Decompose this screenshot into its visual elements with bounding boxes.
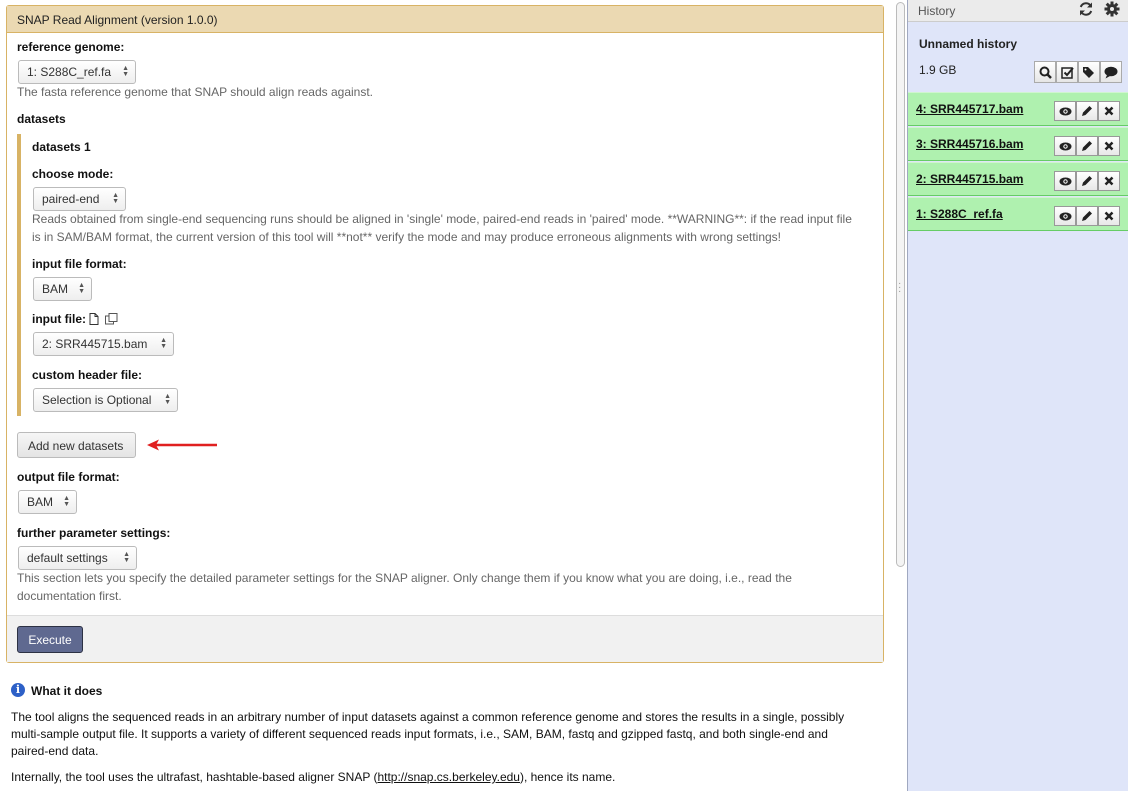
info-icon: i (11, 683, 25, 697)
select-datasets-button[interactable] (1056, 61, 1078, 83)
further-parameter-settings-value: default settings (27, 551, 108, 565)
select-arrows-icon: ▲ ▼ (160, 337, 167, 350)
choose-mode-help-2: is in SAM/BAM format, the current versio… (32, 230, 782, 244)
help-paragraph-1-line-3: paired-end data. (11, 744, 99, 758)
select-arrows-icon: ▲ ▼ (123, 551, 130, 564)
gear-icon[interactable] (1104, 1, 1120, 17)
history-dataset-item[interactable]: 2: SRR445715.bam (908, 162, 1128, 196)
help-heading: What it does (31, 684, 103, 698)
datasets-group-title: datasets 1 (32, 140, 91, 154)
tags-button[interactable] (1078, 61, 1100, 83)
tool-footer: Execute (7, 615, 883, 662)
custom-header-file-select[interactable]: Selection is Optional ▲ ▼ (33, 388, 178, 412)
history-dataset-item[interactable]: 3: SRR445716.bam (908, 127, 1128, 161)
search-icon (1039, 66, 1052, 79)
annotation-button[interactable] (1100, 61, 1122, 83)
dataset-actions (1054, 136, 1120, 156)
choose-mode-select[interactable]: paired-end ▲ ▼ (33, 187, 126, 211)
execute-button[interactable]: Execute (17, 626, 83, 653)
history-header-title: History (918, 4, 956, 18)
tool-form: SNAP Read Alignment (version 1.0.0) refe… (6, 5, 884, 663)
checkbox-icon (1060, 66, 1074, 79)
choose-mode-value: paired-end (42, 192, 100, 206)
close-icon[interactable] (1098, 206, 1120, 226)
dataset-title[interactable]: 4: SRR445717.bam (916, 102, 1023, 116)
select-arrows-icon: ▲ ▼ (122, 65, 129, 78)
input-file-format-value: BAM (42, 282, 69, 296)
history-header: History (908, 0, 1128, 22)
refresh-icon[interactable] (1078, 1, 1094, 17)
eye-icon[interactable] (1054, 136, 1076, 156)
snap-link[interactable]: http://snap.cs.berkeley.edu (377, 770, 520, 784)
output-file-format-select[interactable]: BAM ▲ ▼ (18, 490, 77, 514)
dataset-title[interactable]: 3: SRR445716.bam (916, 137, 1023, 151)
center-scrollbar[interactable]: · · · (893, 0, 907, 791)
close-icon[interactable] (1098, 101, 1120, 121)
select-arrows-icon: ▲ ▼ (78, 282, 85, 295)
eye-icon[interactable] (1054, 171, 1076, 191)
select-arrows-icon: ▲ ▼ (164, 393, 171, 406)
comment-icon (1104, 66, 1118, 79)
further-parameter-settings-select[interactable]: default settings ▲ ▼ (18, 546, 137, 570)
single-file-icon[interactable] (89, 313, 99, 325)
multiple-files-icon[interactable] (105, 313, 118, 325)
help-paragraph-1-line-1: The tool aligns the sequenced reads in a… (11, 710, 845, 724)
input-file-select[interactable]: 2: SRR445715.bam ▲ ▼ (33, 332, 174, 356)
dataset-title[interactable]: 2: SRR445715.bam (916, 172, 1023, 186)
history-size: 1.9 GB (919, 63, 957, 77)
history-tools (1078, 1, 1120, 22)
datasets-label: datasets (17, 112, 66, 126)
search-datasets-button[interactable] (1034, 61, 1056, 83)
close-icon[interactable] (1098, 136, 1120, 156)
reference-genome-select[interactable]: 1: S288C_ref.fa ▲ ▼ (18, 60, 136, 84)
annotation-arrow-icon (145, 438, 219, 452)
history-dataset-item[interactable]: 1: S288C_ref.fa (908, 197, 1128, 231)
output-file-format-label: output file format: (17, 470, 120, 484)
repeat-group-bar (17, 134, 21, 416)
tool-title: SNAP Read Alignment (version 1.0.0) (7, 6, 883, 33)
input-file-label: input file: (32, 312, 86, 326)
center-panel: SNAP Read Alignment (version 1.0.0) refe… (0, 0, 893, 791)
reference-genome-value: 1: S288C_ref.fa (27, 65, 112, 79)
history-panel: History Unnamed history 1.9 GB 4: SRR445… (907, 0, 1128, 791)
add-new-datasets-button[interactable]: Add new datasets (17, 432, 136, 458)
output-file-format-value: BAM (27, 495, 54, 509)
help-paragraph-2-suffix: ), hence its name. (519, 770, 616, 784)
history-name[interactable]: Unnamed history (919, 37, 1017, 51)
choose-mode-label: choose mode: (32, 167, 114, 181)
history-buttons (1034, 61, 1122, 83)
dataset-title[interactable]: 1: S288C_ref.fa (916, 207, 1003, 221)
tags-icon (1082, 66, 1096, 79)
dataset-actions (1054, 101, 1120, 121)
input-file-format-select[interactable]: BAM ▲ ▼ (33, 277, 92, 301)
close-icon[interactable] (1098, 171, 1120, 191)
dataset-actions (1054, 171, 1120, 191)
further-parameter-settings-label: further parameter settings: (17, 526, 171, 540)
select-arrows-icon: ▲ ▼ (63, 495, 70, 508)
select-arrows-icon: ▲ ▼ (112, 192, 119, 205)
choose-mode-help-1: Reads obtained from single-end sequencin… (32, 212, 852, 226)
reference-genome-label: reference genome: (17, 40, 125, 54)
eye-icon[interactable] (1054, 206, 1076, 226)
input-file-format-label: input file format: (32, 257, 127, 271)
history-dataset-item[interactable]: 4: SRR445717.bam (908, 92, 1128, 126)
pencil-icon[interactable] (1076, 136, 1098, 156)
further-parameter-settings-help-2: documentation first. (17, 589, 122, 603)
help-paragraph-2: Internally, the tool uses the ultrafast,… (11, 769, 615, 786)
reference-genome-help: The fasta reference genome that SNAP sho… (17, 85, 373, 99)
pencil-icon[interactable] (1076, 101, 1098, 121)
pencil-icon[interactable] (1076, 206, 1098, 226)
custom-header-file-label: custom header file: (32, 368, 143, 382)
pencil-icon[interactable] (1076, 171, 1098, 191)
input-file-value: 2: SRR445715.bam (42, 337, 148, 351)
dataset-actions (1054, 206, 1120, 226)
panel-resize-handle[interactable]: · · · (898, 279, 901, 297)
eye-icon[interactable] (1054, 101, 1076, 121)
custom-header-file-value: Selection is Optional (42, 393, 152, 407)
further-parameter-settings-help-1: This section lets you specify the detail… (17, 571, 792, 585)
help-paragraph-2-prefix: Internally, the tool uses the ultrafast,… (11, 770, 378, 784)
help-paragraph-1-line-2: multi-sample output file. It supports a … (11, 727, 828, 741)
